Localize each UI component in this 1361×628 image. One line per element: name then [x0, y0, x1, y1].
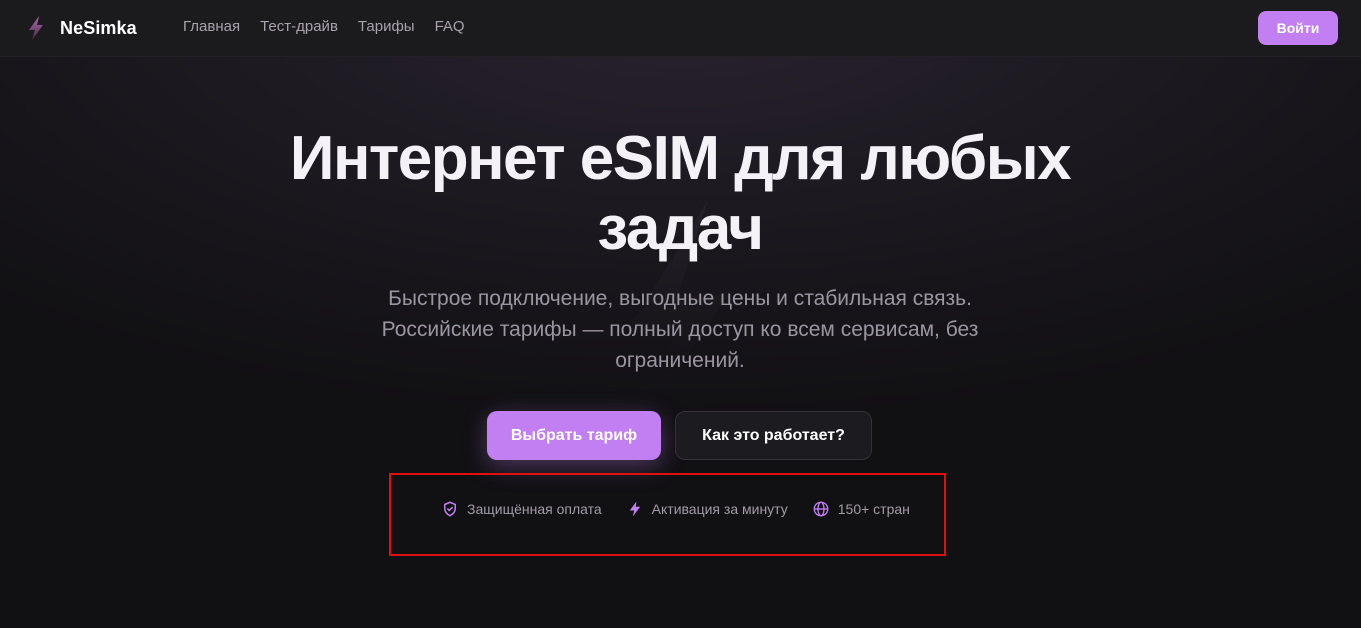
feature-fast-activation: Активация за минуту [626, 500, 788, 518]
feature-list: Защищённая оплата Активация за минуту 15… [441, 497, 910, 521]
hero-subtitle-line-1: Быстрое подключение, выгодные цены и ста… [388, 287, 972, 310]
shield-check-icon [444, 501, 456, 517]
main-nav: Главная Тест-драйв Тарифы FAQ [183, 18, 465, 35]
how-it-works-button[interactable]: Как это работает? [675, 411, 872, 460]
hero-subtitle-line-2: Российские тарифы — полный доступ ко все… [381, 318, 979, 341]
feature-countries: 150+ стран [812, 500, 910, 518]
nav-link-test-drive[interactable]: Тест-драйв [260, 18, 338, 35]
page: NeSimka Главная Тест-драйв Тарифы FAQ Во… [0, 0, 1361, 628]
nav-link-faq[interactable]: FAQ [435, 18, 465, 35]
feature-label: Активация за минуту [651, 501, 788, 517]
login-button[interactable]: Войти [1258, 11, 1338, 45]
feature-secure-payment: Защищённая оплата [441, 500, 602, 518]
feature-label: Защищённая оплата [467, 501, 602, 517]
lightning-bolt-icon [29, 16, 43, 40]
hero-subtitle-line-3: ограничений. [615, 349, 745, 372]
hero-title: Интернет eSIM для любых задач [230, 124, 1130, 264]
globe-icon [813, 501, 829, 517]
nav-link-home[interactable]: Главная [183, 18, 240, 35]
feature-label: 150+ стран [837, 501, 910, 517]
brand-name: NeSimka [60, 17, 137, 38]
hero-title-line-2: задач [597, 194, 764, 263]
hero-title-line-1: Интернет eSIM для любых [289, 124, 1072, 193]
top-header: NeSimka Главная Тест-драйв Тарифы FAQ Во… [0, 0, 1361, 57]
choose-tariff-button[interactable]: Выбрать тариф [487, 411, 661, 460]
nav-link-tariffs[interactable]: Тарифы [358, 18, 415, 35]
brand-logo[interactable]: NeSimka [26, 14, 137, 42]
hero-subtitle: Быстрое подключение, выгодные цены и ста… [340, 283, 1020, 376]
lightning-icon [629, 501, 640, 517]
